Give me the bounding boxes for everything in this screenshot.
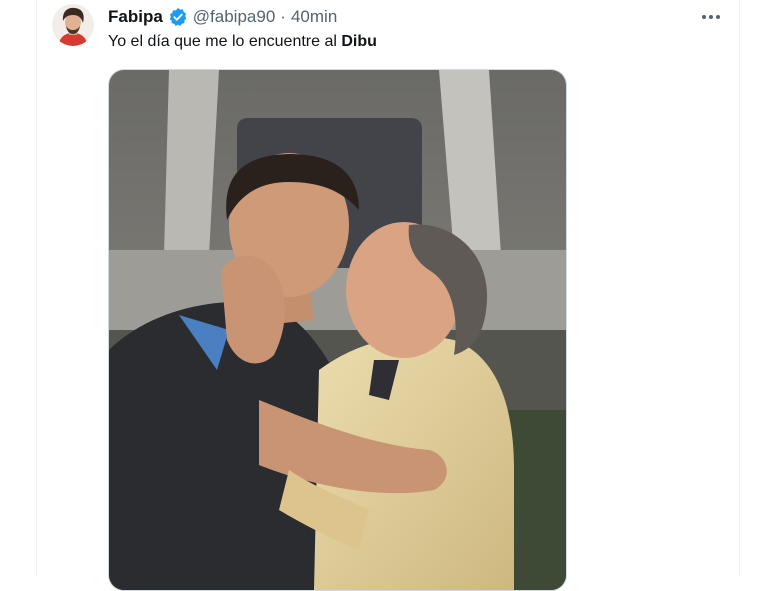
tweet-text-bold: Dibu [341, 33, 377, 50]
verified-badge-icon [168, 7, 188, 27]
left-column [0, 0, 37, 576]
tweet-text-main: Yo el día que me lo encuentre al [108, 33, 342, 50]
timestamp[interactable]: 40min [291, 7, 337, 27]
tweet-media-photo[interactable] [108, 69, 567, 591]
author-handle[interactable]: @fabipa90 [193, 7, 276, 27]
separator-dot: · [280, 7, 286, 26]
tweet-text: Yo el día que me lo encuentre al Dibu [108, 33, 377, 51]
more-options-icon[interactable] [699, 6, 723, 28]
author-name[interactable]: Fabipa [108, 7, 163, 27]
avatar[interactable] [52, 4, 94, 46]
tweet-card[interactable]: Fabipa @fabipa90 · 40min Yo el día que m… [37, 0, 739, 591]
right-column [739, 0, 768, 576]
tweet-header: Fabipa @fabipa90 · 40min [108, 6, 337, 28]
